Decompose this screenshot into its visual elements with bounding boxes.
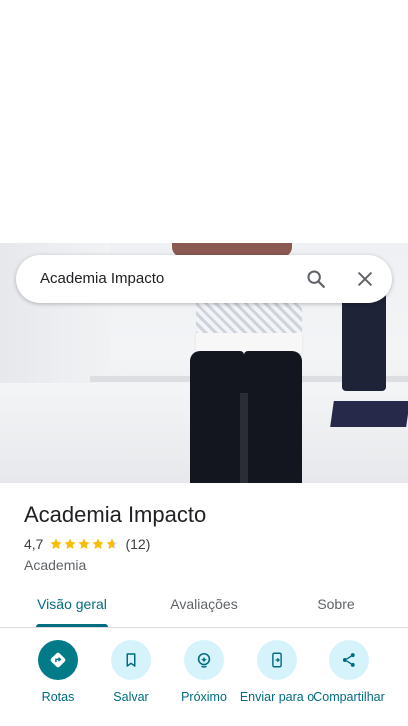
photo-left-leg: [190, 351, 244, 483]
place-category: Academia: [24, 557, 87, 573]
rating-row[interactable]: 4,7 (12): [24, 535, 150, 553]
star-icon: [78, 538, 91, 549]
empty-top-area: [0, 0, 408, 243]
photo-leg-gap: [240, 393, 248, 483]
photo-waistband: [196, 333, 302, 353]
bookmark-icon: [111, 640, 151, 680]
nearby-label: Próximo: [181, 690, 227, 704]
reviews-count: (12): [125, 536, 151, 552]
tab-overview[interactable]: Visão geral: [20, 590, 124, 628]
share-button[interactable]: Compartilhar: [309, 640, 389, 705]
search-icon[interactable]: [302, 265, 330, 293]
nearby-button[interactable]: Próximo: [164, 640, 244, 705]
photo-right-leg: [244, 351, 302, 483]
photo-wall-pad: [342, 293, 386, 391]
rating-stars: [49, 537, 119, 551]
share-label: Compartilhar: [313, 690, 385, 704]
tab-about[interactable]: Sobre: [284, 590, 388, 628]
search-bar[interactable]: Academia Impacto: [16, 255, 392, 303]
action-bar: Rotas Salvar Próximo Enviar para o Compa…: [0, 640, 408, 726]
send-to-phone-label: Enviar para o: [239, 690, 315, 704]
rating-value: 4,7: [24, 536, 44, 552]
directions-button[interactable]: Rotas: [18, 640, 98, 705]
save-label: Salvar: [113, 690, 149, 704]
directions-icon: [38, 640, 78, 680]
star-icon: [106, 538, 119, 549]
close-icon[interactable]: [351, 265, 379, 293]
star-icon: [50, 538, 63, 549]
directions-label: Rotas: [41, 690, 75, 704]
share-icon: [329, 640, 369, 680]
star-icon: [64, 538, 77, 549]
tab-bar: Visão geral Avaliações Sobre: [0, 590, 408, 628]
save-button[interactable]: Salvar: [91, 640, 171, 705]
send-to-phone-icon: [257, 640, 297, 680]
photo-mat: [330, 401, 408, 427]
send-to-phone-button[interactable]: Enviar para o: [237, 640, 317, 705]
active-tab-indicator: [36, 624, 108, 627]
place-title: Academia Impacto: [24, 502, 207, 527]
nearby-icon: [184, 640, 224, 680]
star-icon: [92, 538, 105, 549]
search-query[interactable]: Academia Impacto: [40, 269, 164, 289]
tab-reviews[interactable]: Avaliações: [152, 590, 256, 628]
